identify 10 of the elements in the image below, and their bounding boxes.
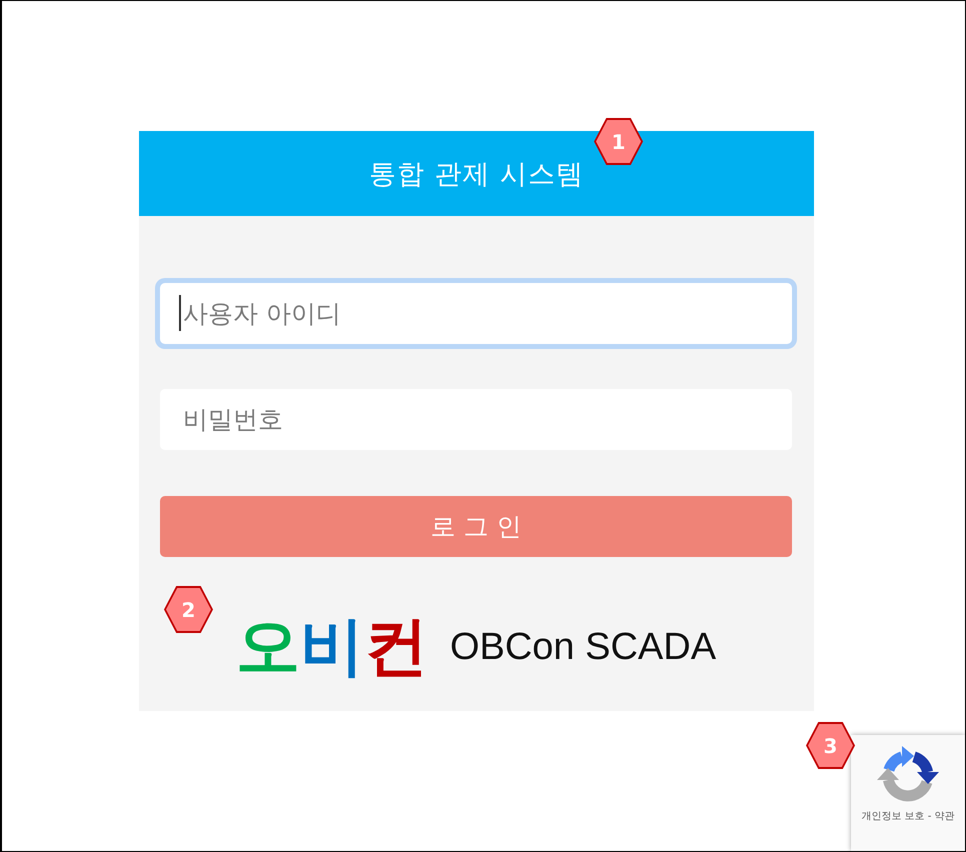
- callout-marker: 3: [806, 722, 855, 769]
- logo-wordmark: 오비컨: [236, 615, 428, 679]
- username-field[interactable]: 사용자 아이디: [160, 283, 792, 344]
- password-field[interactable]: 비밀번호: [160, 389, 792, 450]
- product-name: OBCon SCADA: [450, 628, 716, 666]
- callout-marker: 2: [164, 586, 213, 633]
- privacy-terms-link[interactable]: 개인정보 보호 - 약관: [857, 811, 959, 823]
- app-title: 통합 관제 시스템: [368, 158, 584, 192]
- text-cursor-icon: [179, 295, 181, 331]
- callout-marker: 1: [594, 118, 643, 165]
